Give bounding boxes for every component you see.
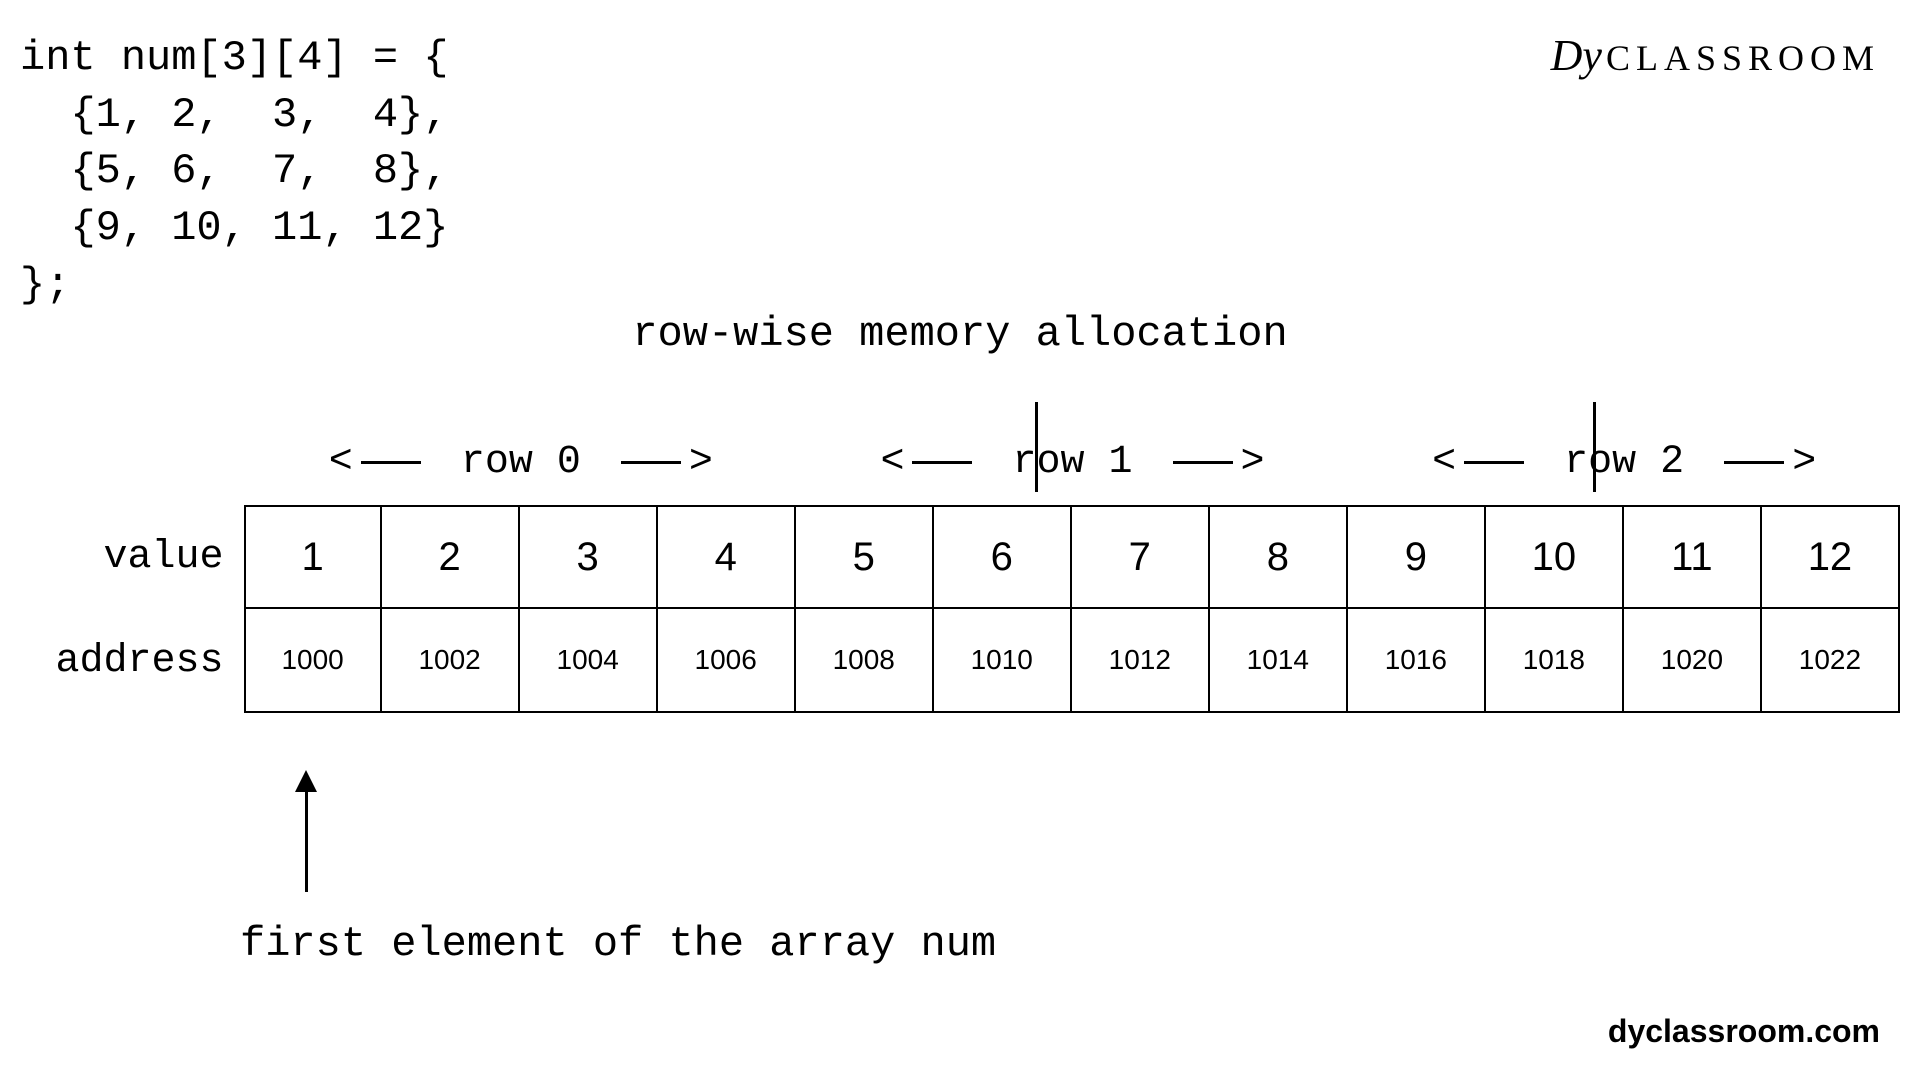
memory-diagram: < row 0 > < row 1 > < row 2 > value 1 2 …	[20, 440, 1900, 713]
value-cell: 11	[1624, 505, 1762, 609]
value-cell: 12	[1762, 505, 1900, 609]
value-cell: 7	[1072, 505, 1210, 609]
value-cell: 4	[658, 505, 796, 609]
value-cell: 10	[1486, 505, 1624, 609]
value-cell: 9	[1348, 505, 1486, 609]
row-header-1-label: row 1	[1012, 440, 1132, 485]
code-declaration: int num[3][4] = { {1, 2, 3, 4}, {5, 6, 7…	[20, 30, 448, 313]
row-headers: < row 0 > < row 1 > < row 2 >	[245, 440, 1900, 485]
row-header-2-label: row 2	[1564, 440, 1684, 485]
value-cell: 3	[520, 505, 658, 609]
diagram-title: row-wise memory allocation	[632, 310, 1287, 358]
address-cell: 1008	[796, 609, 934, 713]
value-cell: 6	[934, 505, 1072, 609]
logo-text: CLASSROOM	[1606, 38, 1880, 78]
row-header-0-label: row 0	[461, 440, 581, 485]
value-row-label: value	[20, 505, 244, 609]
address-cell: 1014	[1210, 609, 1348, 713]
logo-script: Dy	[1551, 31, 1602, 80]
address-cell: 1016	[1348, 609, 1486, 713]
value-cell: 1	[244, 505, 382, 609]
logo: DyCLASSROOM	[1551, 30, 1880, 81]
value-row: value 1 2 3 4 5 6 7 8 9 10 11 12	[20, 505, 1900, 609]
address-cell: 1012	[1072, 609, 1210, 713]
address-row: address 1000 1002 1004 1006 1008 1010 10…	[20, 609, 1900, 713]
first-element-label: first element of the array num	[240, 920, 996, 968]
address-cell: 1000	[244, 609, 382, 713]
address-cell: 1022	[1762, 609, 1900, 713]
footer-credit: dyclassroom.com	[1608, 1013, 1880, 1050]
address-cell: 1010	[934, 609, 1072, 713]
value-cell: 5	[796, 505, 934, 609]
address-cell: 1002	[382, 609, 520, 713]
row-header-2: < row 2 >	[1348, 440, 1900, 485]
address-cell: 1018	[1486, 609, 1624, 713]
first-element-arrow	[295, 770, 317, 892]
value-cell: 2	[382, 505, 520, 609]
address-cell: 1020	[1624, 609, 1762, 713]
value-cell: 8	[1210, 505, 1348, 609]
row-header-1: < row 1 >	[797, 440, 1349, 485]
row-header-0: < row 0 >	[245, 440, 797, 485]
memory-table: value 1 2 3 4 5 6 7 8 9 10 11 12 address…	[20, 505, 1900, 713]
address-row-label: address	[20, 609, 244, 713]
address-cell: 1006	[658, 609, 796, 713]
address-cell: 1004	[520, 609, 658, 713]
